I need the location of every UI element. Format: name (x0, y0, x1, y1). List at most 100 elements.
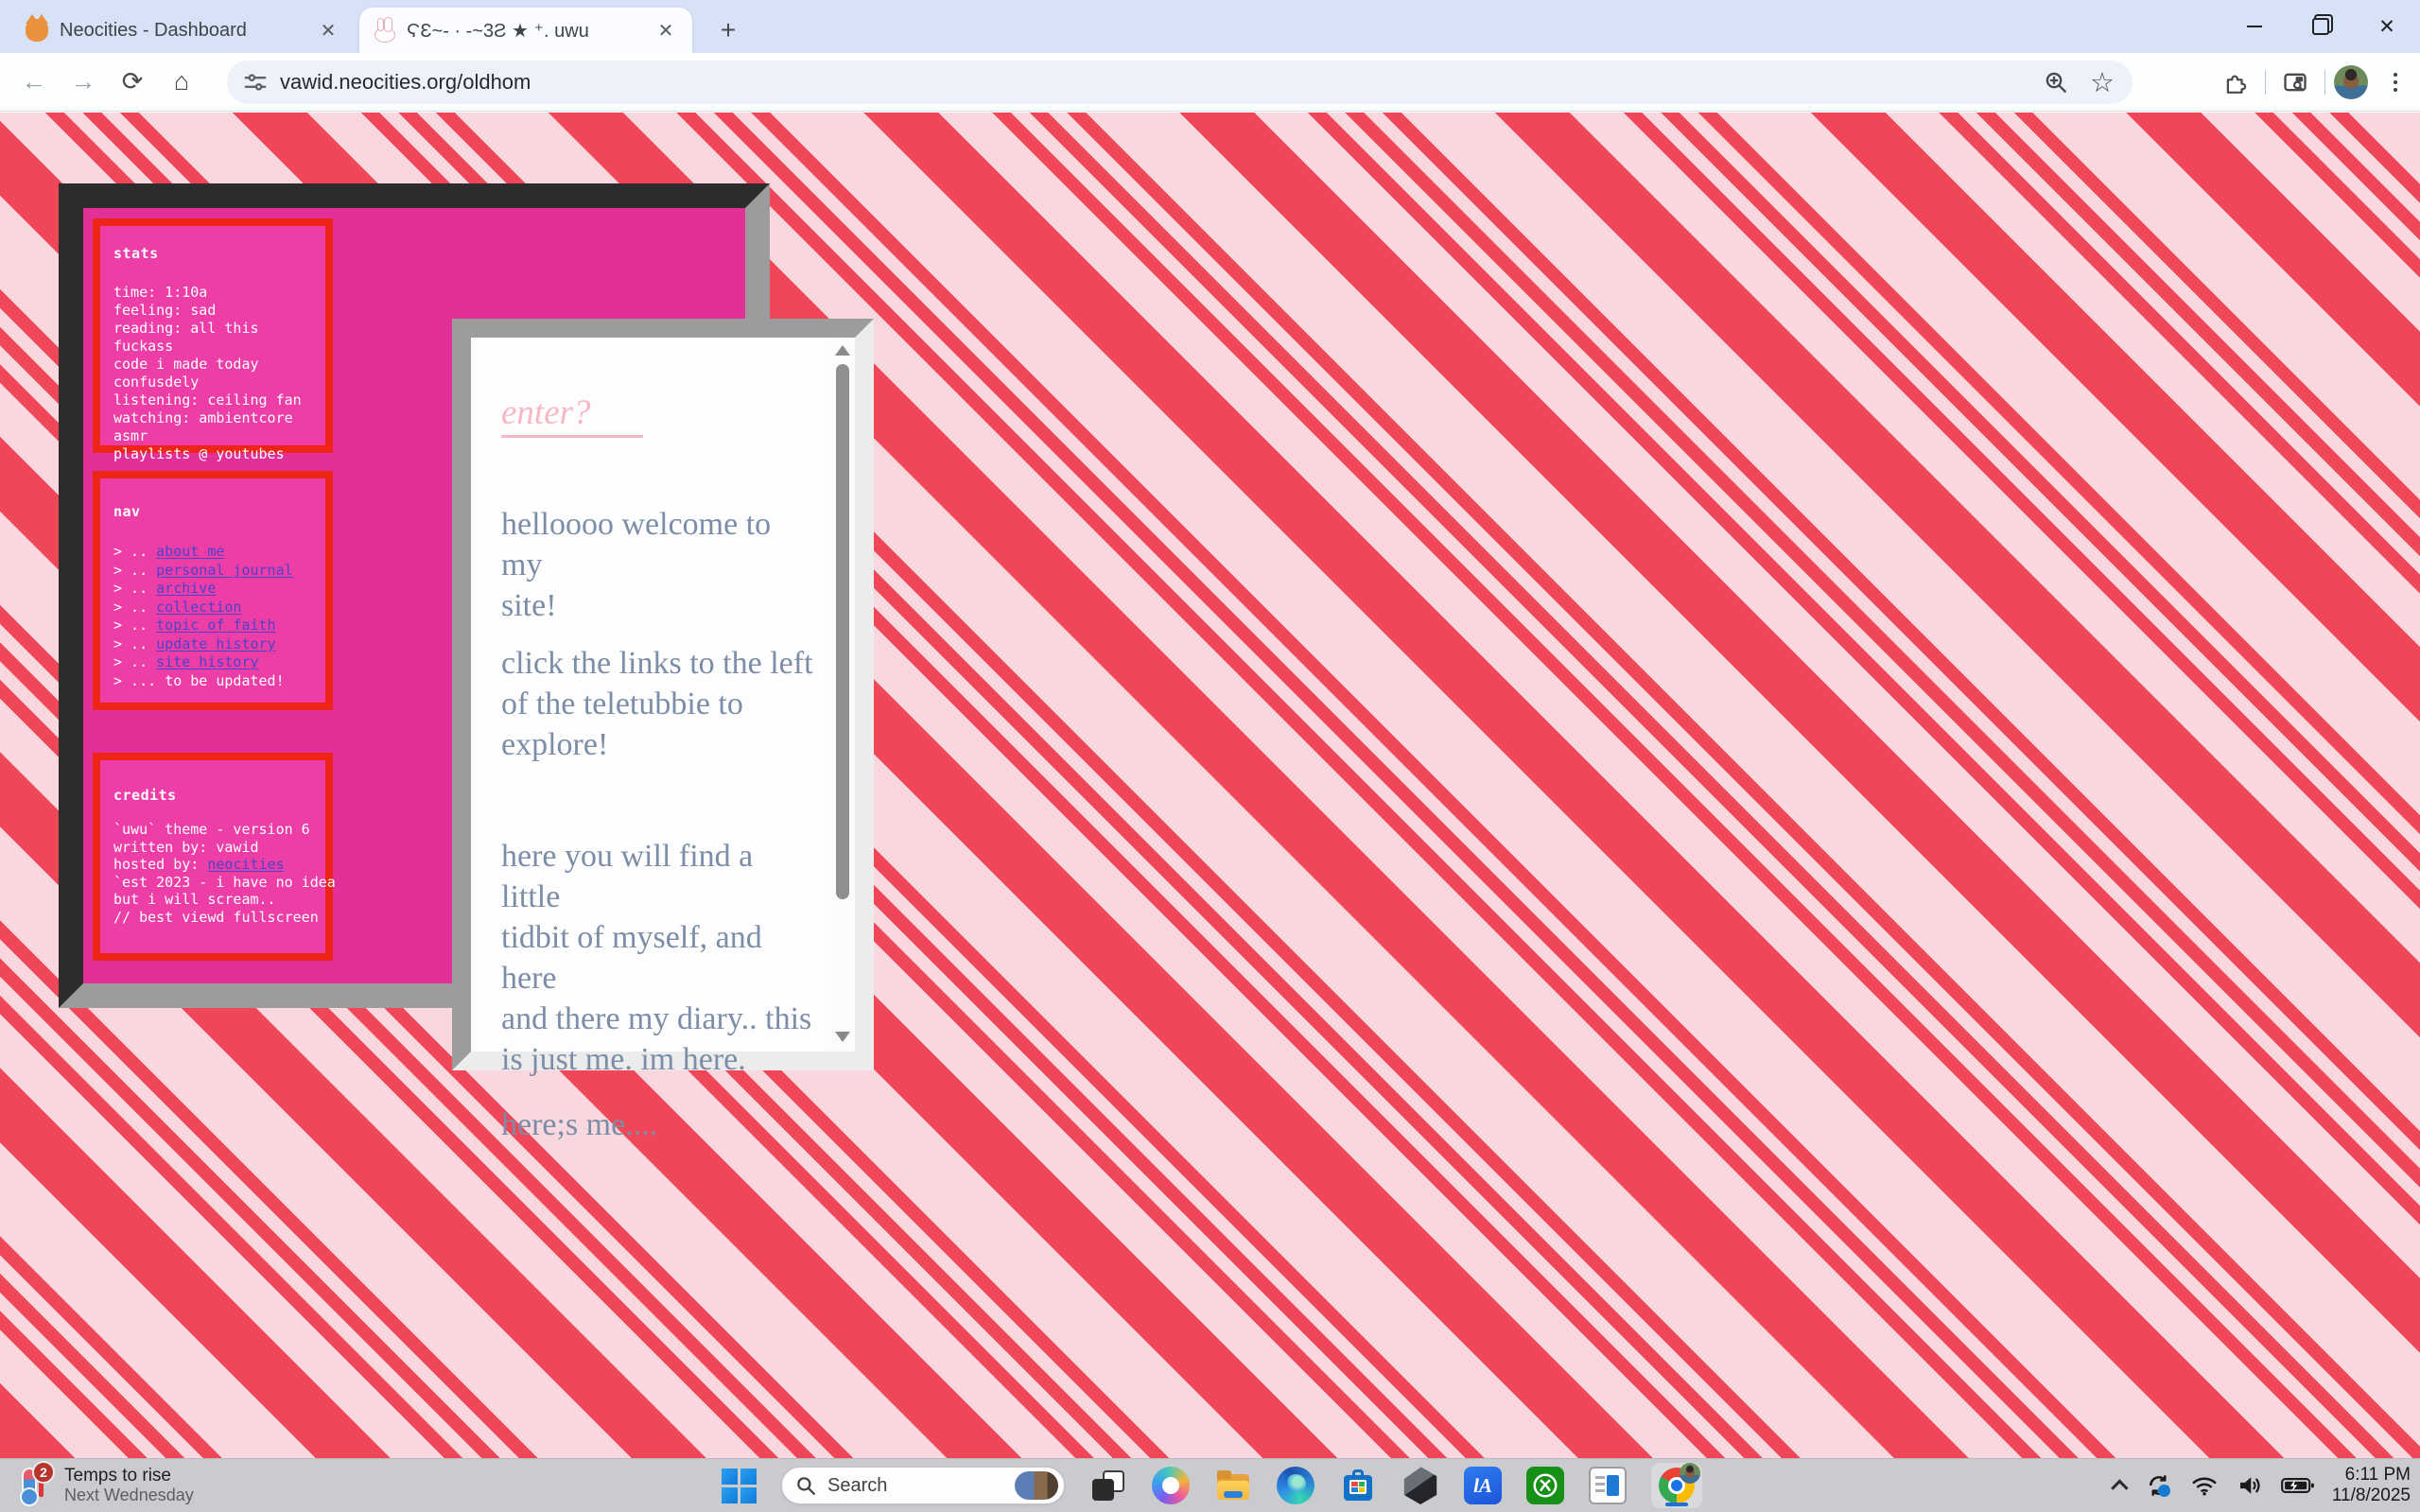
task-view-icon[interactable] (1089, 1467, 1127, 1504)
clock-date: 11/8/2025 (2332, 1486, 2411, 1506)
tab-uwu-active[interactable]: ϚƐ~- · -~3Ƨ ★ ⁺. uwu ✕ (359, 8, 692, 53)
taskbar-search[interactable]: Search (781, 1467, 1065, 1504)
enter-link[interactable]: enter? (501, 392, 643, 438)
start-button[interactable] (721, 1468, 757, 1503)
toolbar-right-cluster (2215, 59, 2414, 106)
window-controls: ✕ (2221, 0, 2420, 53)
credits-lines-2: `est 2023 - i have no idea but i will sc… (113, 874, 312, 927)
stats-title: stats (113, 245, 312, 262)
welcome-paragraph: helloooo welcome to my site! (501, 504, 813, 626)
taskbar-clock[interactable]: 6:11 PM 11/8/2025 (2332, 1465, 2411, 1506)
site-frame: stats time: 1:10a feeling: sad reading: … (59, 183, 770, 1008)
stats-box: stats time: 1:10a feeling: sad reading: … (93, 218, 333, 453)
tab-neocities-dashboard[interactable]: Neocities - Dashboard ✕ (12, 8, 355, 53)
nav-prefix: > .. (113, 635, 156, 652)
search-placeholder: Search (827, 1475, 1003, 1497)
profile-avatar[interactable] (2334, 65, 2368, 99)
zoom-icon[interactable] (2044, 70, 2068, 95)
address-bar[interactable]: vawid.neocities.org/oldhom ☆ (227, 61, 2133, 104)
nav-link-topic-of-faith[interactable]: topic of faith (156, 617, 275, 634)
scroll-up-arrow-icon[interactable] (835, 345, 850, 356)
url-text[interactable]: vawid.neocities.org/oldhom (280, 70, 2030, 95)
nav-item: > .. archive (113, 580, 312, 599)
blue-a-glyph: lA (1473, 1474, 1492, 1498)
instructions-paragraph: click the links to the left of the telet… (501, 643, 813, 765)
nav-prefix: > .. (113, 580, 156, 597)
credits-lines-1: `uwu` theme - version 6 written by: vawi… (113, 821, 312, 856)
credits-title: credits (113, 787, 312, 804)
nav-prefix: > .. (113, 599, 156, 616)
stats-body: time: 1:10a feeling: sad reading: all th… (113, 284, 312, 463)
scrollbar-thumb[interactable] (836, 364, 849, 899)
clock-time: 6:11 PM (2332, 1465, 2411, 1486)
scroll-down-arrow-icon[interactable] (835, 1032, 850, 1042)
close-button[interactable]: ✕ (2354, 0, 2420, 53)
nav-item: > .. about me (113, 543, 312, 562)
nav-link-update-history[interactable]: update history (156, 635, 275, 652)
weather-subtitle: Next Wednesday (64, 1486, 194, 1505)
nav-link-about-me[interactable]: about me (156, 543, 224, 560)
new-tab-button[interactable]: + (711, 13, 745, 47)
taskbar-center: Search lA (721, 1459, 1702, 1512)
browser-menu-kebab-icon[interactable] (2376, 73, 2414, 92)
volume-icon[interactable] (2236, 1471, 2264, 1500)
nav-link-site-history[interactable]: site history (156, 653, 258, 670)
nav-text-to-be-updated: to be updated! (165, 672, 284, 689)
credits-hosted-line: hosted by: neocities (113, 856, 312, 874)
nav-item: > .. collection (113, 599, 312, 617)
tab-title: Neocities - Dashboard (60, 20, 304, 42)
photos-app-icon[interactable] (1589, 1467, 1627, 1504)
heres-me-paragraph: here;s me.... (501, 1104, 813, 1145)
nav-item: > .. topic of faith (113, 617, 312, 635)
nav-item: > .. update history (113, 635, 312, 654)
wifi-icon[interactable] (2190, 1471, 2219, 1500)
hidden-icons-chevron-icon[interactable] (2111, 1479, 2128, 1496)
restore-button[interactable] (2288, 0, 2354, 53)
tab-strip: Neocities - Dashboard ✕ ϚƐ~- · -~3Ƨ ★ ⁺.… (0, 0, 2420, 53)
content-window: enter? helloooo welcome to my site! clic… (452, 319, 874, 1070)
site-info-tune-icon[interactable] (244, 71, 267, 94)
scrollbar[interactable] (830, 338, 855, 1051)
neocities-link[interactable]: neocities (207, 856, 284, 873)
nav-prefix: > .. (113, 562, 156, 579)
minimize-button[interactable] (2221, 0, 2288, 53)
hosted-by-label: hosted by: (113, 856, 207, 873)
weather-title: Temps to rise (64, 1466, 194, 1486)
back-button[interactable]: ← (13, 61, 55, 103)
reload-button[interactable]: ⟳ (112, 61, 153, 103)
weather-widget[interactable]: 2 Temps to rise Next Wednesday (15, 1459, 194, 1512)
nav-link-collection[interactable]: collection (156, 599, 241, 616)
copilot-icon[interactable] (1152, 1467, 1190, 1504)
divider (2324, 70, 2325, 95)
nav-box: nav > .. about me > .. personal journal … (93, 471, 333, 710)
thermometer-icon: 2 (15, 1467, 53, 1504)
nav-prefix: > ... (113, 672, 165, 689)
search-icon (795, 1475, 816, 1496)
system-tray: 6:11 PM 11/8/2025 (2115, 1459, 2411, 1512)
microsoft-store-icon[interactable] (1339, 1467, 1377, 1504)
sync-update-icon[interactable] (2145, 1471, 2173, 1500)
tab-close-icon[interactable]: ✕ (653, 17, 679, 43)
battery-icon[interactable] (2281, 1476, 2315, 1495)
tab-close-icon[interactable]: ✕ (315, 17, 341, 43)
divider (2265, 70, 2266, 95)
blue-a-app-icon[interactable]: lA (1464, 1467, 1502, 1504)
edge-icon[interactable] (1277, 1467, 1314, 1504)
search-highlight-image[interactable] (1015, 1471, 1058, 1500)
forward-button[interactable]: → (62, 61, 104, 103)
nav-prefix: > .. (113, 653, 156, 670)
bookmark-star-icon[interactable]: ☆ (2081, 61, 2123, 103)
home-button[interactable]: ⌂ (161, 61, 202, 103)
nav-link-personal-journal[interactable]: personal journal (156, 562, 293, 579)
nav-item: > ... to be updated! (113, 672, 312, 691)
notification-badge: 2 (32, 1461, 55, 1484)
extensions-puzzle-icon[interactable] (2215, 61, 2256, 103)
nav-link-archive[interactable]: archive (156, 580, 216, 597)
nav-title: nav (113, 503, 312, 520)
gem-app-icon[interactable] (1402, 1467, 1439, 1504)
xbox-icon[interactable] (1526, 1467, 1564, 1504)
chrome-taskbar-button-active[interactable] (1651, 1463, 1702, 1508)
side-panel-search-icon[interactable] (2274, 61, 2316, 103)
file-explorer-icon[interactable] (1214, 1467, 1252, 1504)
bunny-favicon-icon (373, 19, 395, 42)
